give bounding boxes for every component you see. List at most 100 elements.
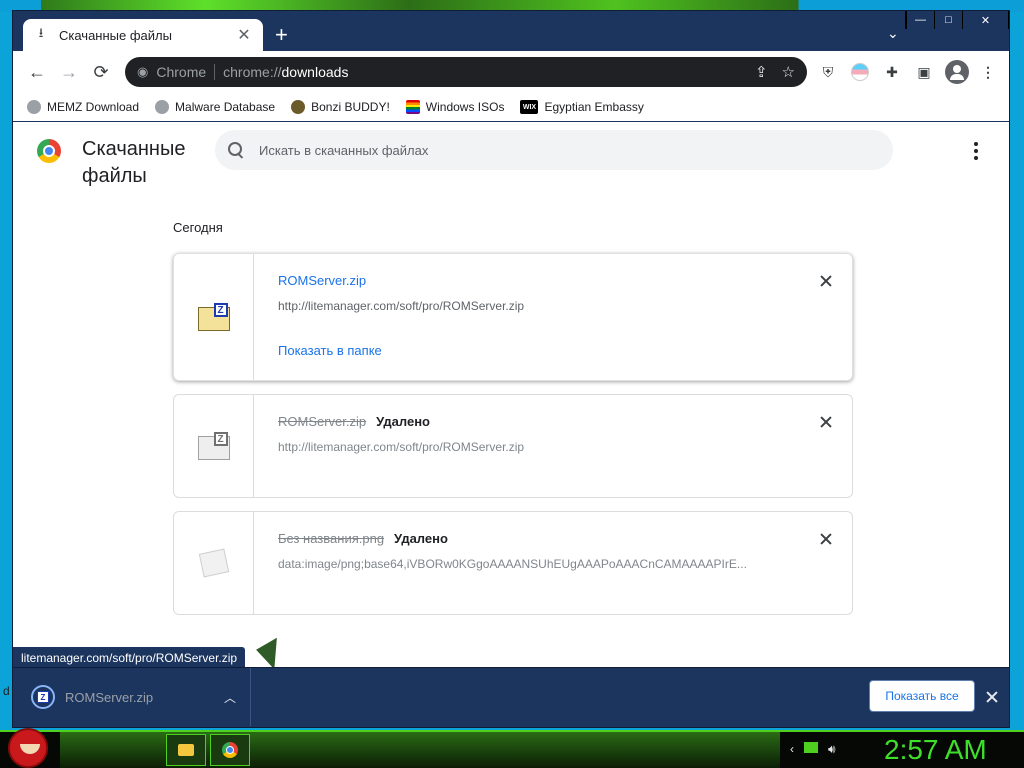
- search-icon: [227, 141, 245, 159]
- show-in-folder-link[interactable]: Показать в папке: [278, 343, 382, 358]
- download-file-name: Без названия.png: [278, 531, 385, 546]
- download-status: Удалено: [376, 414, 431, 429]
- download-name: ROMServer.zip Удалено: [278, 414, 430, 429]
- bookmark-label: Egyptian Embassy: [544, 100, 644, 114]
- bookmark-malware-database[interactable]: Malware Database: [155, 100, 275, 114]
- file-icon-column: [174, 512, 254, 614]
- tab-close-icon[interactable]: ✕: [235, 25, 253, 45]
- zip-file-icon: Z: [31, 685, 55, 709]
- chrome-window: ⭳ Скачанные файлы ✕ + ⌄ — □ ✕ ← → ⟳ ◉ Ch…: [12, 10, 1010, 728]
- download-name: Без названия.png Удалено: [278, 531, 448, 546]
- extensions-puzzle-icon[interactable]: ✚: [883, 63, 901, 81]
- back-button[interactable]: ←: [21, 51, 53, 93]
- bookmark-windows-isos[interactable]: Windows ISOs: [405, 100, 505, 114]
- bookmark-label: Bonzi BUDDY!: [311, 100, 390, 114]
- zip-file-icon: Z: [197, 432, 230, 460]
- shelf-download-item[interactable]: Z ROMServer.zip ︿: [13, 668, 251, 726]
- bookmark-star-icon[interactable]: ☆: [782, 63, 795, 81]
- download-icon: ⭳: [38, 25, 44, 40]
- bookmark-egyptian-embassy[interactable]: WIX Egyptian Embassy: [520, 100, 644, 114]
- tab-title: Скачанные файлы: [59, 27, 172, 43]
- chevron-up-icon[interactable]: ︿: [224, 689, 236, 706]
- remove-download-icon[interactable]: [818, 414, 834, 430]
- downloads-search[interactable]: [215, 130, 893, 170]
- chrome-icon: [222, 742, 238, 758]
- shelf-item-name: ROMServer.zip: [65, 689, 154, 705]
- bookmark-bonzi-buddy[interactable]: Bonzi BUDDY!: [291, 100, 390, 114]
- side-panel-icon[interactable]: ▣: [915, 63, 933, 81]
- window-controls: — □ ✕: [905, 11, 1009, 29]
- downloads-page: Скачанные файлы Сегодня Z ROMServer.zip …: [13, 122, 1009, 667]
- search-input[interactable]: [259, 142, 859, 158]
- new-tab-button[interactable]: +: [275, 24, 288, 46]
- remove-download-icon[interactable]: [818, 273, 834, 289]
- page-title: Скачанные файлы: [82, 138, 186, 187]
- download-url[interactable]: data:image/png;base64,iVBORw0KGgoAAAANSU…: [278, 557, 778, 571]
- more-actions-menu-icon[interactable]: [967, 142, 985, 160]
- close-window-button[interactable]: ✕: [962, 11, 1008, 29]
- file-icon-column: Z: [174, 395, 254, 497]
- chrome-site-icon: ◉: [137, 64, 149, 79]
- start-button-angry-bird-icon[interactable]: [8, 728, 48, 768]
- rainbow-flag-icon: [405, 100, 420, 114]
- close-shelf-icon[interactable]: [985, 690, 999, 704]
- folder-icon: [178, 744, 194, 756]
- download-file-name: ROMServer.zip: [278, 414, 367, 429]
- globe-icon: [27, 100, 41, 114]
- download-shelf: Z ROMServer.zip ︿ Показать все: [13, 667, 1009, 727]
- mouse-cursor-icon: [256, 637, 290, 667]
- address-bar[interactable]: ◉ Chrome chrome:// downloads ⇪ ☆: [125, 57, 807, 87]
- image-file-icon: [198, 548, 229, 578]
- remove-download-icon[interactable]: [818, 531, 834, 547]
- bookmark-memz-download[interactable]: MEMZ Download: [27, 100, 139, 114]
- taskbar-chrome-button[interactable]: [210, 734, 250, 766]
- bookmark-label: Windows ISOs: [425, 100, 505, 114]
- battery-icon[interactable]: [804, 742, 818, 753]
- bookmark-label: Malware Database: [175, 100, 276, 114]
- tab-downloads[interactable]: ⭳ Скачанные файлы ✕: [23, 19, 263, 51]
- tab-search-chevron-icon[interactable]: ⌄: [887, 25, 899, 42]
- stray-desktop-text: d: [3, 684, 10, 698]
- share-icon[interactable]: ⇪: [755, 63, 768, 81]
- ublock-extension-icon[interactable]: ⛨: [819, 63, 837, 81]
- download-url[interactable]: http://litemanager.com/soft/pro/ROMServe…: [278, 440, 778, 454]
- system-tray: ‹ 🔊︎: [790, 742, 836, 757]
- trans-flag-extension-icon[interactable]: [851, 63, 869, 81]
- download-url[interactable]: http://litemanager.com/soft/pro/ROMServe…: [278, 299, 778, 313]
- maximize-button[interactable]: □: [934, 11, 962, 29]
- date-heading: Сегодня: [173, 220, 223, 235]
- omnibox-scheme: chrome://: [223, 64, 282, 80]
- bonzi-icon: [291, 100, 306, 114]
- download-card: Без названия.png Удалено data:image/png;b…: [173, 511, 853, 615]
- taskbar: ‹ 🔊︎ 2:57 AM: [0, 728, 1024, 768]
- taskbar-explorer-button[interactable]: [166, 734, 206, 766]
- omnibox-separator: [214, 64, 216, 80]
- bookmark-label: MEMZ Download: [47, 100, 140, 114]
- omnibox-site-label: Chrome: [156, 64, 207, 80]
- forward-button[interactable]: →: [53, 51, 85, 93]
- wix-icon: WIX: [520, 100, 539, 114]
- omnibox-actions: ⇪ ☆: [755, 63, 795, 81]
- chrome-menu-icon[interactable]: ⋮: [979, 63, 997, 81]
- file-icon-column: Z: [174, 254, 254, 380]
- bookmarks-bar: MEMZ Download Malware Database Bonzi BUD…: [13, 93, 1009, 121]
- minimize-button[interactable]: —: [906, 11, 934, 29]
- download-status: Удалено: [394, 531, 448, 546]
- globe-icon: [155, 100, 170, 114]
- volume-icon[interactable]: 🔊︎: [828, 742, 836, 757]
- download-file-link[interactable]: ROMServer.zip: [278, 273, 366, 288]
- tab-strip: ⭳ Скачанные файлы ✕ + ⌄ — □ ✕: [13, 11, 1009, 51]
- reload-button[interactable]: ⟳: [85, 51, 117, 93]
- taskbar-clock[interactable]: 2:57 AM: [884, 734, 987, 766]
- download-card: Z ROMServer.zip http://litemanager.com/s…: [173, 253, 853, 381]
- toolbar: ← → ⟳ ◉ Chrome chrome:// downloads ⇪ ☆ ⛨…: [13, 51, 1009, 93]
- chrome-logo-icon: [37, 139, 61, 163]
- download-name: ROMServer.zip: [278, 273, 366, 288]
- link-status-bubble: litemanager.com/soft/pro/ROMServer.zip: [13, 647, 246, 669]
- omnibox-host: downloads: [281, 64, 349, 80]
- tray-chevron-icon[interactable]: ‹: [790, 742, 794, 757]
- profile-avatar[interactable]: [945, 60, 969, 84]
- download-card: Z ROMServer.zip Удалено http://litemanage…: [173, 394, 853, 498]
- zip-file-icon: Z: [197, 303, 230, 331]
- show-all-button[interactable]: Показать все: [869, 680, 975, 712]
